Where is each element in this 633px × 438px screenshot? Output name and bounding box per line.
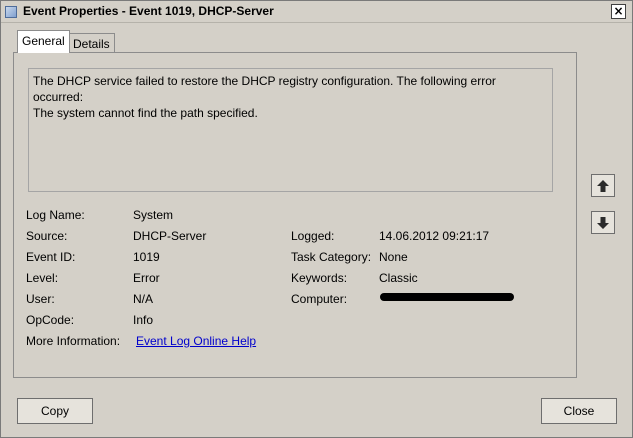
logged-value: 14.06.2012 09:21:17 [379,229,490,243]
event-id-value: 1019 [133,250,160,264]
user-label: User: [26,292,55,306]
event-id-label: Event ID: [26,250,76,264]
source-value: DHCP-Server [133,229,207,243]
previous-event-button[interactable] [591,174,615,197]
copy-button[interactable]: Copy [17,398,93,424]
event-log-online-help-link[interactable]: Event Log Online Help [136,334,256,348]
computer-value-redacted [380,293,514,301]
level-value: Error [133,271,160,285]
close-window-button[interactable]: × [611,4,626,19]
arrow-down-icon [597,216,609,229]
source-label: Source: [26,229,68,243]
log-name-value: System [133,208,174,222]
keywords-label: Keywords: [291,271,348,285]
keywords-value: Classic [379,271,418,285]
task-category-label: Task Category: [291,250,372,264]
next-event-button[interactable] [591,211,615,234]
computer-label: Computer: [291,292,348,306]
opcode-value: Info [133,313,154,327]
user-value: N/A [133,292,154,306]
tab-details[interactable]: Details [68,33,115,53]
close-button[interactable]: Close [541,398,617,424]
general-tab-panel: The DHCP service failed to restore the D… [13,52,577,378]
task-category-value: None [379,250,408,264]
event-viewer-icon [5,6,17,18]
title-bar[interactable]: Event Properties - Event 1019, DHCP-Serv… [1,1,632,23]
event-description[interactable]: The DHCP service failed to restore the D… [28,68,553,192]
log-name-label: Log Name: [26,208,85,222]
arrow-up-icon [597,179,609,192]
opcode-label: OpCode: [26,313,75,327]
more-information-label: More Information: [26,334,121,348]
tab-general[interactable]: General [17,30,70,53]
event-properties-window: Event Properties - Event 1019, DHCP-Serv… [0,0,633,438]
window-title: Event Properties - Event 1019, DHCP-Serv… [23,4,274,18]
logged-label: Logged: [291,229,335,243]
level-label: Level: [26,271,59,285]
